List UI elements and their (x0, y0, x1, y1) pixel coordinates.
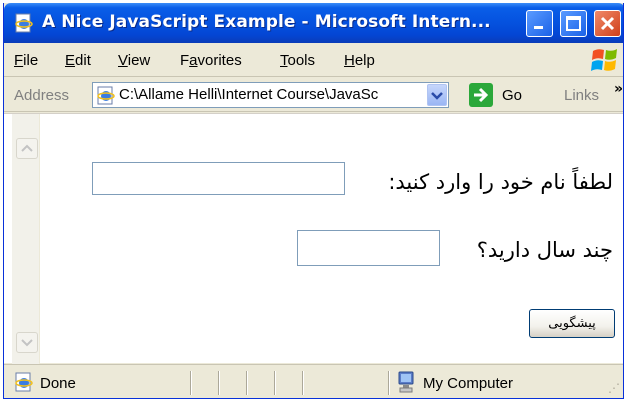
page-content: لطفاً نام خود را وارد کنید: چند سال داری… (4, 113, 623, 364)
go-label[interactable]: Go (502, 87, 522, 104)
window-title: A Nice JavaScript Example - Microsoft In… (42, 12, 491, 32)
close-button[interactable] (594, 10, 621, 37)
status-divider (190, 371, 192, 395)
age-label: چند سال دارید؟ (476, 238, 613, 262)
minimize-icon (534, 26, 543, 29)
address-label: Address (14, 87, 70, 104)
name-input[interactable] (92, 162, 345, 195)
status-divider (274, 371, 276, 395)
browser-window: A Nice JavaScript Example - Microsoft In… (3, 3, 624, 399)
vertical-scrollbar[interactable] (12, 114, 40, 364)
windows-logo-icon (591, 49, 617, 71)
toolbar-chevron-icon[interactable]: » (614, 81, 623, 97)
address-bar: Address C:\Allame Helli\Internet Course\… (4, 78, 623, 112)
status-divider (302, 371, 304, 395)
zone-text: My Computer (423, 375, 514, 392)
menu-edit[interactable]: Edit (65, 52, 91, 69)
scroll-up-button[interactable] (16, 138, 38, 159)
ie-page-icon (15, 372, 33, 392)
menu-file[interactable]: File (14, 52, 38, 69)
status-divider (388, 371, 390, 395)
status-divider (218, 371, 220, 395)
ie-page-icon (97, 86, 115, 105)
title-bar[interactable]: A Nice JavaScript Example - Microsoft In… (4, 3, 623, 43)
maximize-icon (566, 16, 581, 31)
maximize-button[interactable] (560, 10, 587, 37)
predict-button[interactable]: پیشگویی (529, 309, 615, 338)
links-label[interactable]: Links (564, 87, 599, 104)
chevron-down-icon (21, 339, 33, 347)
scroll-down-button[interactable] (16, 332, 38, 353)
status-divider (246, 371, 248, 395)
minimize-button[interactable] (526, 10, 553, 37)
menu-help[interactable]: Help (344, 52, 375, 69)
menu-favorites[interactable]: Favorites (180, 52, 242, 69)
menu-view[interactable]: View (118, 52, 150, 69)
status-text: Done (40, 375, 76, 392)
name-label: لطفاً نام خود را وارد کنید: (388, 170, 613, 194)
ie-page-icon (15, 13, 33, 33)
address-input[interactable]: C:\Allame Helli\Internet Course\JavaSc (92, 82, 449, 108)
close-icon (600, 16, 615, 31)
menu-tools[interactable]: Tools (280, 52, 315, 69)
status-bar: Done My Computer ⋰ (4, 364, 623, 398)
menu-bar: File Edit View Favorites Tools Help (4, 43, 623, 77)
resize-grip-icon[interactable]: ⋰ (608, 381, 620, 395)
address-value: C:\Allame Helli\Internet Course\JavaSc (119, 86, 379, 103)
age-input[interactable] (297, 230, 440, 266)
my-computer-icon (398, 371, 414, 393)
arrow-right-icon (474, 87, 489, 103)
go-button[interactable] (469, 83, 493, 107)
address-dropdown-button[interactable] (427, 84, 447, 106)
chevron-down-icon (431, 92, 443, 100)
chevron-up-icon (21, 144, 33, 152)
